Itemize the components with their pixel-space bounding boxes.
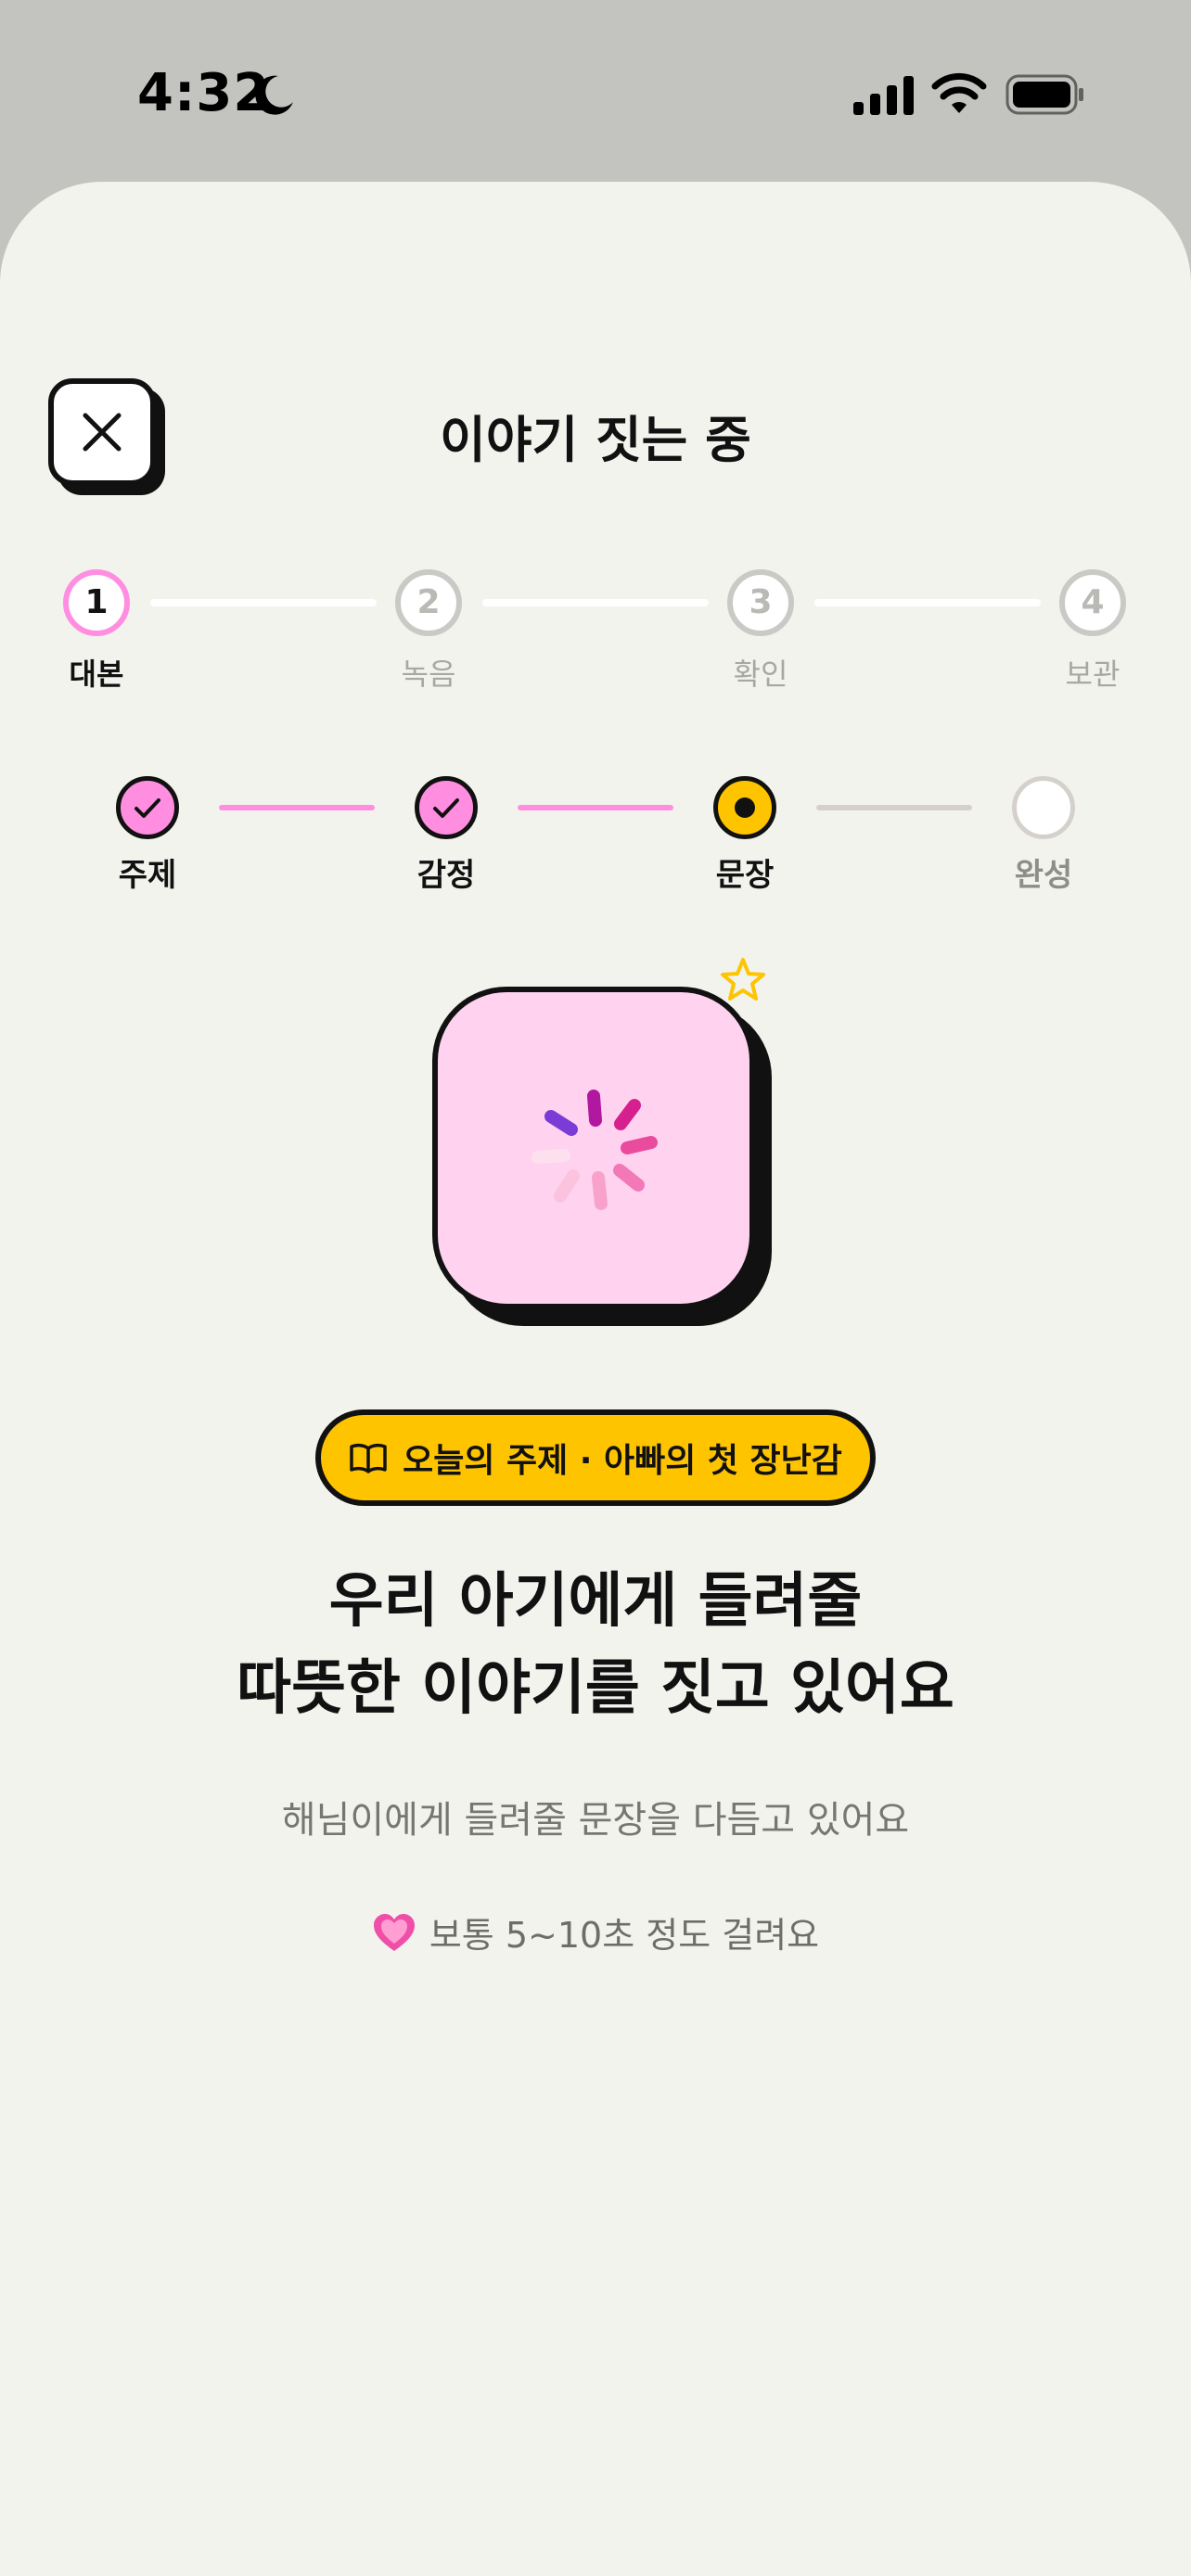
step-number: 1: [84, 583, 109, 621]
headline-line-2: 따뜻한 이야기를 짓고 있어요: [237, 1654, 954, 1723]
step-connector: [482, 599, 709, 606]
wifi-icon: [931, 72, 987, 113]
substep-connector: [518, 805, 673, 810]
step-number: 3: [749, 583, 773, 621]
step-label-script: 대본: [69, 657, 124, 692]
step-1-circle: 1: [63, 569, 130, 636]
step-number: 4: [1081, 583, 1105, 621]
page-title: 이야기 짓는 중: [440, 411, 751, 469]
substep-label-complete: 완성: [1014, 857, 1073, 894]
step-label-record: 녹음: [401, 657, 456, 692]
sheet: [0, 182, 1191, 2576]
step-label-archive: 보관: [1065, 657, 1121, 692]
subtext: 해님이에게 들려줄 문장을 다듬고 있어요: [281, 1799, 910, 1842]
substep-label-topic: 주제: [118, 857, 177, 894]
current-dot-icon: [735, 797, 755, 818]
signal-icon: [853, 76, 914, 115]
star-icon: [721, 958, 765, 1001]
step-3-circle: 3: [727, 569, 794, 636]
book-icon: [350, 1443, 387, 1473]
moon-icon: [255, 75, 293, 115]
topic-text: 오늘의 주제 · 아빠의 첫 장난감: [403, 1442, 842, 1480]
heart-icon: [373, 1913, 415, 1951]
step-number: 2: [416, 583, 441, 621]
headline-line-1: 우리 아기에게 들려줄: [328, 1567, 863, 1636]
check-icon: [134, 798, 160, 818]
status-time: 4:32: [137, 63, 271, 123]
hint-row: 보통 5~10초 정도 걸려요: [0, 1906, 1191, 1958]
step-connector: [814, 599, 1041, 606]
substep-topic-circle: [116, 776, 179, 839]
substep-label-sentence: 문장: [715, 857, 775, 894]
check-icon: [433, 798, 459, 818]
battery-icon: [1005, 74, 1083, 115]
step-4-circle: 4: [1059, 569, 1126, 636]
substep-connector: [219, 805, 375, 810]
loading-spinner-icon: [531, 1090, 658, 1210]
step-connector: [150, 599, 377, 606]
substep-complete-circle: [1012, 776, 1075, 839]
substep-sentence-circle: [713, 776, 776, 839]
hint-text: 보통 5~10초 정도 걸려요: [429, 1915, 820, 1956]
substep-connector: [816, 805, 972, 810]
substep-label-emotion: 감정: [416, 857, 476, 894]
headline: 우리 아기에게 들려줄 따뜻한 이야기를 짓고 있어요: [0, 1558, 1191, 1732]
topic-pill: 오늘의 주제 · 아빠의 첫 장난감: [315, 1409, 876, 1506]
substep-emotion-circle: [415, 776, 478, 839]
step-label-review: 확인: [733, 657, 788, 692]
step-2-circle: 2: [395, 569, 462, 636]
